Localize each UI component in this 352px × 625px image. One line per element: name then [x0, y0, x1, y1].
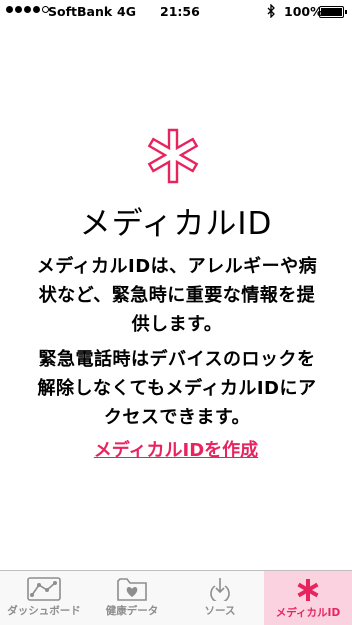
emergency-paragraph: 緊急電話時はデバイスのロックを 解除しなくてもメディカルIDにア クセスできます… [37, 349, 317, 428]
medical-id-icon [297, 579, 319, 601]
network-type: 4G [117, 4, 136, 19]
description-paragraph: メディカルIDは、アレルギーや病 状など、緊急時に重要な情報を提 供します。 [36, 256, 318, 335]
health-data-icon [117, 578, 147, 601]
carrier-name: SoftBank [48, 4, 113, 19]
signal-strength-icon [6, 6, 49, 13]
tab-bar: ダッシュボード 健康データ ソース メディカルID [0, 570, 352, 625]
tab-medical-id[interactable]: メディカルID [264, 571, 352, 625]
battery-percentage: 100% [284, 4, 323, 19]
tab-label: ダッシュボード [7, 605, 81, 617]
sources-icon [210, 578, 230, 601]
dashboard-icon [27, 577, 61, 601]
status-bar: SoftBank 4G 21:56 100% [0, 0, 352, 24]
tab-dashboard[interactable]: ダッシュボード [0, 571, 88, 625]
tab-health-data[interactable]: 健康データ [88, 571, 176, 625]
tab-label: メディカルID [275, 607, 341, 619]
status-time: 21:56 [160, 4, 200, 19]
create-medical-id-link[interactable]: メディカルIDを作成 [0, 436, 352, 462]
tab-label: ソース [204, 605, 236, 617]
tab-sources[interactable]: ソース [176, 571, 264, 625]
bluetooth-icon [266, 3, 276, 21]
page-title: メディカルID [79, 206, 273, 242]
tab-label: 健康データ [105, 605, 159, 617]
medical-star-icon [147, 128, 199, 184]
battery-icon [319, 6, 347, 18]
